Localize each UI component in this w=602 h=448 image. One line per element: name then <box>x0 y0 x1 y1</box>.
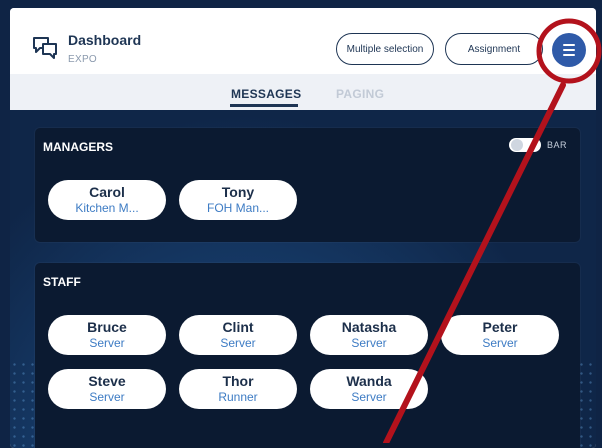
main-content: MANAGERS BAR Carol Kitchen M... Tony FOH… <box>10 110 596 448</box>
person-name: Steve <box>88 373 126 389</box>
person-name: Bruce <box>87 319 127 335</box>
staff-panel: STAFF Bruce Server Clint Server Natasha … <box>35 263 580 448</box>
bar-toggle[interactable] <box>509 138 541 152</box>
active-tab-indicator <box>230 104 298 107</box>
person-button-carol[interactable]: Carol Kitchen M... <box>48 180 166 220</box>
tab-bar: MESSAGES PAGING <box>10 74 596 110</box>
page-title: Dashboard <box>68 32 142 48</box>
person-button-thor[interactable]: Thor Runner <box>179 369 297 409</box>
app-header: Dashboard EXPO Multiple selection Assign… <box>10 8 596 75</box>
person-button-peter[interactable]: Peter Server <box>441 315 559 355</box>
person-role: Server <box>220 336 256 350</box>
app-window: Dashboard EXPO Multiple selection Assign… <box>10 8 596 448</box>
person-name: Wanda <box>346 373 392 389</box>
person-button-wanda[interactable]: Wanda Server <box>310 369 428 409</box>
bar-toggle-label: BAR <box>547 140 568 150</box>
tab-messages[interactable]: MESSAGES <box>231 87 301 101</box>
person-button-natasha[interactable]: Natasha Server <box>310 315 428 355</box>
page-subtitle: EXPO <box>68 54 97 65</box>
person-role: Runner <box>218 390 258 404</box>
person-name: Carol <box>89 184 125 200</box>
person-role: Server <box>351 336 387 350</box>
person-role: Server <box>89 336 125 350</box>
person-name: Peter <box>482 319 518 335</box>
person-button-steve[interactable]: Steve Server <box>48 369 166 409</box>
person-name: Clint <box>222 319 254 335</box>
person-button-bruce[interactable]: Bruce Server <box>48 315 166 355</box>
tab-paging[interactable]: PAGING <box>336 87 384 101</box>
person-role: Server <box>89 390 125 404</box>
assignment-button[interactable]: Assignment <box>445 33 543 65</box>
person-role: Kitchen M... <box>75 201 139 215</box>
person-name: Tony <box>221 184 255 200</box>
person-button-tony[interactable]: Tony FOH Man... <box>179 180 297 220</box>
multiple-selection-button[interactable]: Multiple selection <box>336 33 434 65</box>
person-name: Natasha <box>341 319 397 335</box>
person-role: FOH Man... <box>206 201 269 215</box>
person-button-clint[interactable]: Clint Server <box>179 315 297 355</box>
managers-panel: MANAGERS BAR Carol Kitchen M... Tony FOH… <box>35 128 580 242</box>
staff-title: STAFF <box>43 275 81 289</box>
person-name: Thor <box>222 373 254 389</box>
toggle-knob <box>511 139 523 151</box>
person-role: Server <box>351 390 387 404</box>
person-role: Server <box>482 336 518 350</box>
hamburger-icon <box>563 44 575 46</box>
managers-title: MANAGERS <box>43 140 114 154</box>
chat-bubbles-icon <box>33 37 57 59</box>
hamburger-menu-button[interactable] <box>552 33 586 67</box>
